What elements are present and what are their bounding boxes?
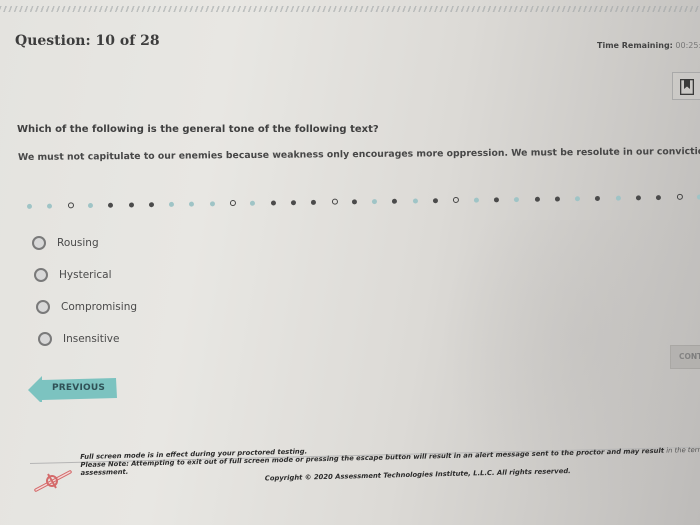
- question-nav-dot-25[interactable]: [514, 197, 520, 203]
- question-nav-dot-1[interactable]: [26, 203, 33, 209]
- exit-warning-continued: in the termination of: [666, 445, 700, 455]
- question-nav-dot-27[interactable]: [554, 196, 560, 202]
- question-nav-dot-13[interactable]: [270, 200, 276, 206]
- exit-warning-end: assessment.: [80, 467, 129, 477]
- question-nav-dot-20[interactable]: [412, 198, 418, 204]
- question-nav-dot-30[interactable]: [615, 195, 621, 201]
- question-nav-dot-21[interactable]: [432, 198, 438, 204]
- question-nav-dot-11[interactable]: [229, 200, 237, 207]
- question-nav-dot-17[interactable]: [351, 199, 357, 205]
- question-nav-dot-29[interactable]: [595, 195, 601, 201]
- copyright: Copyright © 2020 Assessment Technologies…: [264, 467, 571, 483]
- question-nav-dot-8[interactable]: [169, 201, 175, 207]
- question-nav-dot-2[interactable]: [47, 203, 53, 209]
- question-nav-dot-12[interactable]: [250, 200, 256, 206]
- question-navigator: [22, 190, 700, 214]
- question-passage: We must not capitulate to our enemies be…: [17, 145, 700, 163]
- question-nav-dot-26[interactable]: [534, 196, 540, 202]
- top-decorative-stripe: [0, 6, 700, 12]
- option-label: Insensitive: [63, 333, 120, 345]
- answer-option-compromising[interactable]: Compromising: [36, 300, 137, 314]
- answer-option-insensitive[interactable]: Insensitive: [38, 332, 119, 346]
- question-nav-dot-24[interactable]: [493, 197, 499, 203]
- question-nav-dot-28[interactable]: [574, 196, 581, 202]
- answer-option-rousing[interactable]: Rousing: [32, 236, 99, 250]
- radio-button[interactable]: [32, 236, 46, 250]
- bookmark-icon: [680, 79, 694, 95]
- question-nav-dot-5[interactable]: [108, 202, 114, 208]
- question-nav-dot-9[interactable]: [189, 201, 195, 207]
- question-nav-dot-16[interactable]: [331, 198, 338, 205]
- option-label: Rousing: [57, 237, 99, 249]
- question-nav-dot-33[interactable]: [676, 193, 683, 200]
- option-label: Hysterical: [59, 269, 112, 281]
- question-counter: Question: 10 of 28: [15, 33, 160, 49]
- time-remaining: Time Remaining: 00:25:44: [597, 41, 700, 50]
- question-nav-dot-32[interactable]: [656, 195, 662, 201]
- question-nav-dot-14[interactable]: [290, 200, 296, 206]
- radio-button[interactable]: [34, 268, 48, 282]
- question-nav-dot-19[interactable]: [392, 198, 398, 204]
- previous-button[interactable]: PREVIOUS: [28, 374, 118, 402]
- question-prompt: Which of the following is the general to…: [17, 124, 379, 135]
- radio-button[interactable]: [36, 300, 50, 314]
- continue-label: CONT: [679, 352, 700, 361]
- timer-label: Time Remaining:: [597, 41, 673, 50]
- question-nav-dot-4[interactable]: [87, 203, 93, 209]
- question-nav-dot-7[interactable]: [148, 202, 154, 208]
- question-nav-dot-23[interactable]: [473, 197, 479, 203]
- footer-notice: Full screen mode is in effect during you…: [80, 432, 700, 483]
- question-nav-dot-10[interactable]: [209, 201, 215, 207]
- question-nav-dot-3[interactable]: [67, 202, 74, 209]
- answer-option-hysterical[interactable]: Hysterical: [34, 268, 112, 282]
- question-nav-dot-6[interactable]: [128, 202, 134, 208]
- question-nav-dot-18[interactable]: [372, 199, 378, 205]
- ati-ribbon-logo-icon: [34, 470, 72, 492]
- bookmark-button[interactable]: [672, 72, 700, 100]
- radio-button[interactable]: [38, 332, 52, 346]
- option-label: Compromising: [61, 301, 138, 313]
- question-nav-dot-31[interactable]: [635, 195, 641, 201]
- question-nav-dot-22[interactable]: [453, 196, 460, 203]
- timer-value: 00:25:44: [675, 41, 700, 50]
- question-nav-dot-15[interactable]: [311, 199, 317, 205]
- continue-button[interactable]: CONT: [670, 345, 700, 369]
- previous-label: PREVIOUS: [52, 383, 106, 393]
